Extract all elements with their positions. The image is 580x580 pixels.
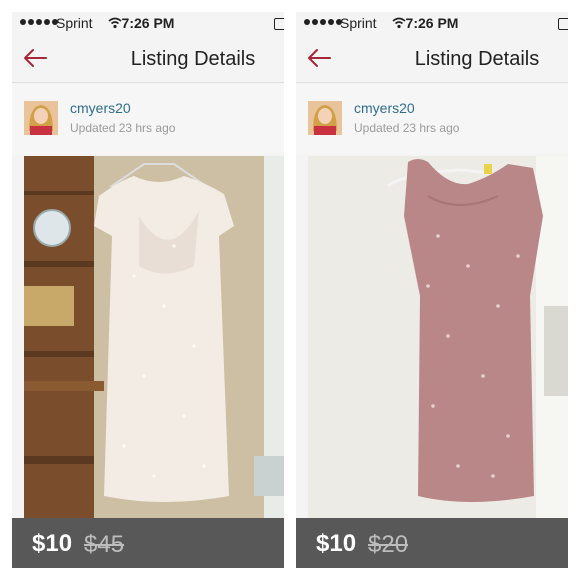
listing-photo[interactable]	[308, 156, 568, 518]
page-title: Listing Details	[414, 48, 540, 70]
avatar[interactable]	[24, 101, 58, 135]
status-bar: Sprint 7:26 PM	[12, 12, 284, 36]
updated-time: Updated 23 hrs ago	[70, 121, 176, 135]
navigation-bar: Listing Details	[296, 36, 568, 83]
back-arrow-icon[interactable]	[306, 46, 332, 70]
back-arrow-icon[interactable]	[22, 46, 48, 70]
seller-row[interactable]: cmyers20 Updated 23 hrs ago	[12, 84, 284, 154]
updated-time: Updated 23 hrs ago	[354, 121, 460, 135]
white-dress-image	[24, 156, 284, 518]
pink-dress-image	[308, 156, 568, 518]
status-time: 7:26 PM	[405, 15, 459, 31]
listing-screen-2: Sprint 7:26 PM Listing Details cmyers20 …	[296, 12, 568, 568]
status-time: 7:26 PM	[121, 15, 175, 31]
status-bar: Sprint 7:26 PM	[296, 12, 568, 36]
sale-price: $10	[316, 530, 357, 557]
price-bar: $10 $45	[12, 518, 284, 568]
seller-username[interactable]: cmyers20	[354, 100, 415, 116]
original-price: $20	[368, 531, 409, 558]
listing-photo[interactable]	[24, 156, 284, 518]
original-price: $45	[84, 531, 125, 558]
seller-row[interactable]: cmyers20 Updated 23 hrs ago	[296, 84, 568, 154]
price-bar: $10 $20	[296, 518, 568, 568]
avatar-image	[24, 101, 58, 135]
avatar[interactable]	[308, 101, 342, 135]
battery-icon	[274, 18, 284, 30]
navigation-bar: Listing Details	[12, 36, 284, 83]
page-title: Listing Details	[130, 48, 256, 70]
sale-price: $10	[32, 530, 73, 557]
listing-screen-1: Sprint 7:26 PM Listing Details cmyers20 …	[12, 12, 284, 568]
battery-icon	[558, 18, 568, 30]
avatar-image	[308, 101, 342, 135]
seller-username[interactable]: cmyers20	[70, 100, 131, 116]
